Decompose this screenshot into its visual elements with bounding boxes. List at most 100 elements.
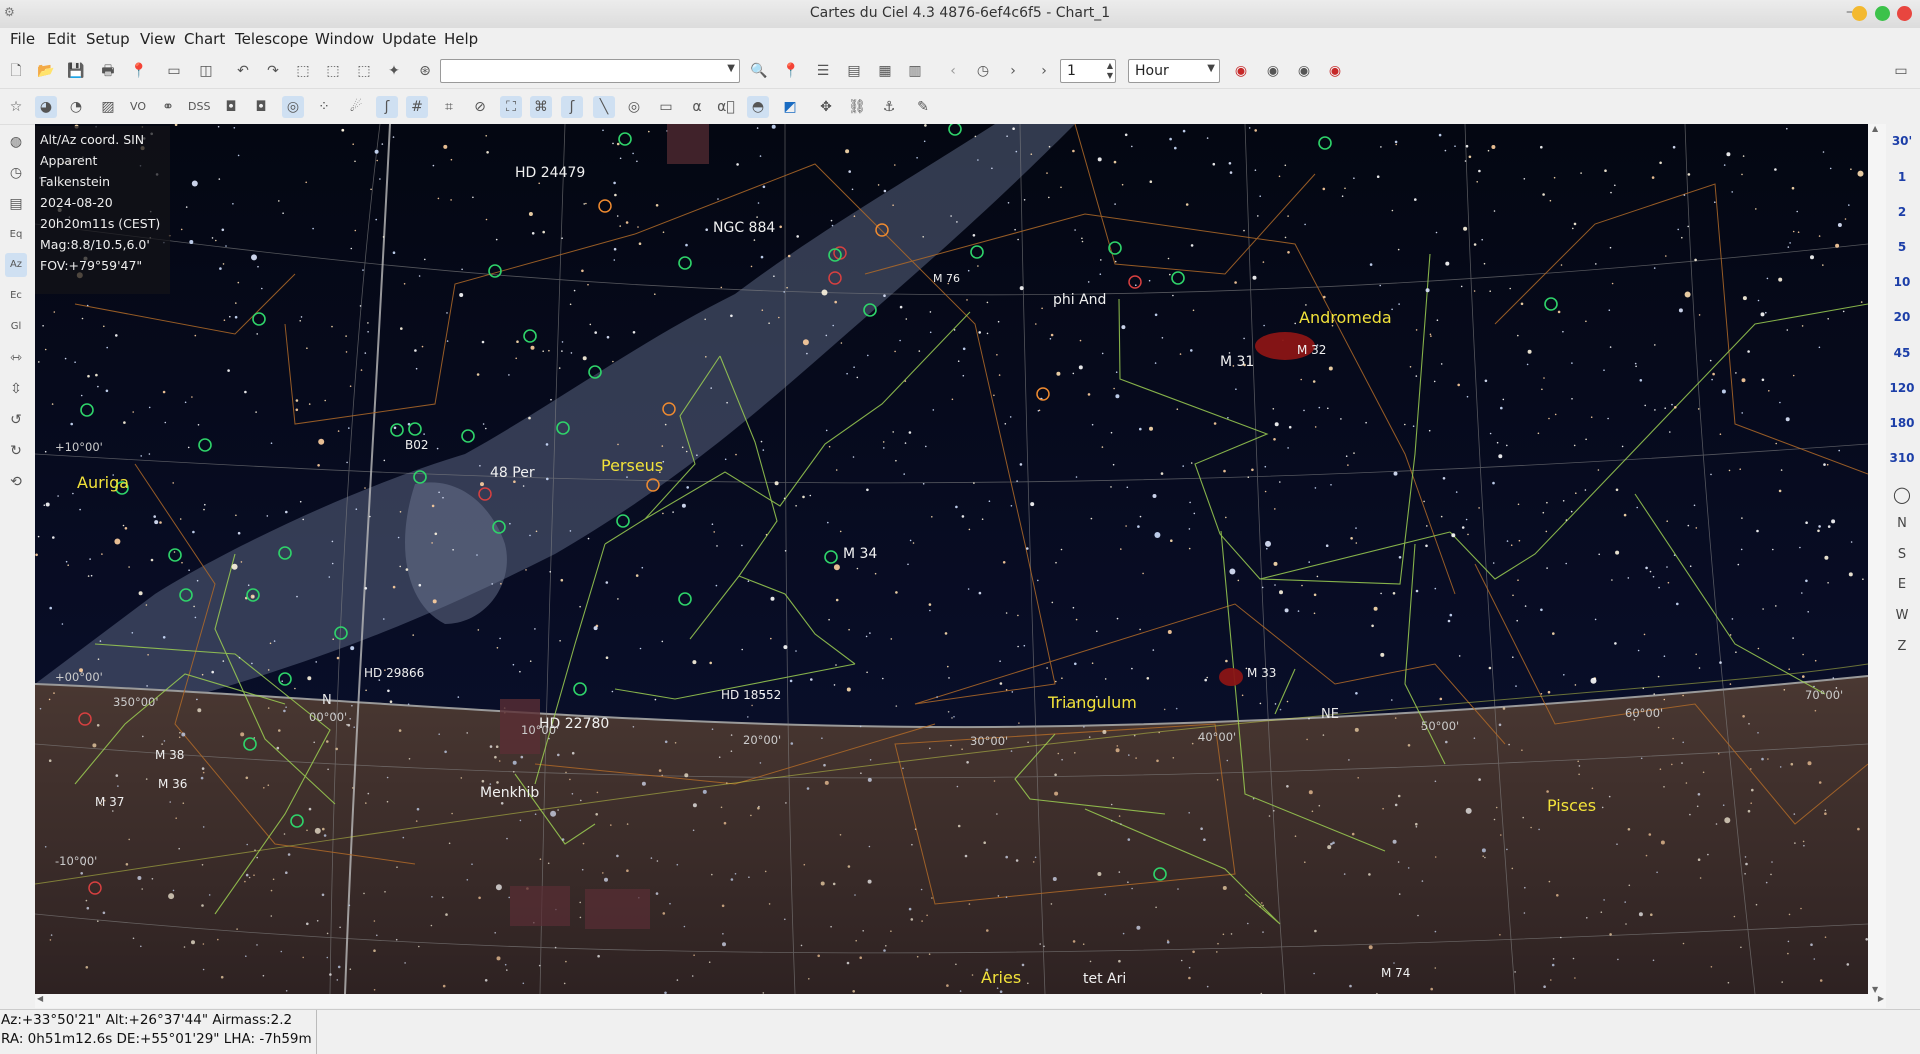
star[interactable] — [1434, 780, 1437, 783]
star[interactable] — [1379, 284, 1381, 287]
star[interactable] — [367, 322, 369, 324]
star[interactable] — [1814, 709, 1817, 712]
image-icon[interactable]: ▨ — [97, 96, 119, 118]
star[interactable] — [676, 979, 679, 981]
star[interactable] — [1380, 592, 1382, 595]
star[interactable] — [48, 759, 52, 762]
star[interactable] — [726, 782, 728, 784]
star[interactable] — [1394, 717, 1397, 719]
star[interactable] — [616, 854, 619, 858]
star[interactable] — [1498, 454, 1503, 459]
star[interactable] — [347, 723, 351, 727]
star[interactable] — [191, 180, 198, 187]
star[interactable] — [457, 696, 460, 698]
star[interactable] — [1259, 905, 1261, 908]
star[interactable] — [1116, 745, 1119, 747]
star[interactable] — [877, 184, 880, 186]
star[interactable] — [1489, 290, 1491, 292]
star[interactable] — [364, 352, 367, 354]
star[interactable] — [648, 130, 650, 133]
star[interactable] — [1101, 446, 1104, 448]
zoom-120[interactable]: 120 — [1886, 381, 1918, 395]
star[interactable] — [542, 230, 545, 234]
star[interactable] — [520, 755, 524, 759]
star[interactable] — [1657, 726, 1660, 729]
star[interactable] — [1328, 366, 1333, 371]
star[interactable] — [1802, 840, 1805, 843]
star[interactable] — [270, 442, 273, 445]
minimize-button[interactable] — [1852, 6, 1867, 21]
star[interactable] — [750, 265, 753, 268]
star[interactable] — [1526, 363, 1529, 366]
menu-view[interactable]: View — [137, 30, 179, 48]
star[interactable] — [87, 575, 90, 577]
star[interactable] — [1603, 899, 1605, 901]
star[interactable] — [1775, 442, 1777, 445]
star[interactable] — [1636, 506, 1638, 509]
star[interactable] — [445, 913, 448, 916]
star[interactable] — [1792, 230, 1795, 233]
animation-icon[interactable]: ▥ — [904, 60, 926, 82]
star[interactable] — [418, 583, 422, 587]
star[interactable] — [1553, 176, 1556, 179]
star[interactable] — [1349, 984, 1352, 988]
label-ngc884[interactable]: NGC 884 — [713, 220, 775, 236]
star[interactable] — [1325, 544, 1329, 547]
star[interactable] — [904, 442, 907, 444]
star[interactable] — [270, 915, 273, 917]
star[interactable] — [44, 846, 47, 848]
star[interactable] — [1672, 737, 1674, 740]
star[interactable] — [831, 224, 834, 227]
star[interactable] — [234, 315, 238, 319]
star[interactable] — [145, 604, 148, 606]
star[interactable] — [1206, 985, 1209, 988]
star[interactable] — [1572, 957, 1575, 960]
star[interactable] — [1278, 175, 1281, 178]
star[interactable] — [1667, 581, 1670, 584]
star[interactable] — [1190, 244, 1194, 247]
star[interactable] — [1832, 677, 1835, 679]
star[interactable] — [92, 743, 97, 748]
star[interactable] — [80, 872, 83, 875]
star[interactable] — [223, 319, 226, 321]
star[interactable] — [1206, 676, 1208, 679]
star[interactable] — [1305, 304, 1307, 306]
star[interactable] — [499, 637, 501, 640]
star[interactable] — [1391, 699, 1393, 701]
star[interactable] — [1167, 257, 1170, 260]
star[interactable] — [718, 756, 721, 758]
star[interactable] — [359, 305, 362, 307]
star[interactable] — [1492, 562, 1495, 564]
star[interactable] — [956, 785, 959, 788]
star[interactable] — [364, 487, 366, 489]
star[interactable] — [396, 866, 398, 868]
star[interactable] — [1343, 873, 1346, 875]
star[interactable] — [1827, 582, 1829, 584]
star[interactable] — [762, 449, 765, 451]
star[interactable] — [955, 963, 957, 966]
star[interactable] — [1609, 246, 1612, 249]
star[interactable] — [1554, 413, 1557, 416]
star[interactable] — [255, 411, 257, 413]
star[interactable] — [583, 203, 585, 205]
star[interactable] — [529, 660, 532, 662]
star[interactable] — [839, 530, 842, 533]
star[interactable] — [1392, 839, 1397, 844]
star[interactable] — [632, 152, 634, 155]
star[interactable] — [790, 742, 794, 745]
clock-icon[interactable]: ◷ — [5, 161, 27, 185]
star[interactable] — [639, 647, 642, 650]
star[interactable] — [549, 571, 551, 573]
star[interactable] — [306, 829, 308, 832]
star[interactable] — [53, 311, 56, 313]
star[interactable] — [953, 715, 955, 718]
star[interactable] — [1755, 208, 1757, 210]
star[interactable] — [1658, 586, 1660, 589]
star[interactable] — [1653, 693, 1655, 695]
star[interactable] — [632, 726, 635, 728]
star[interactable] — [1741, 378, 1746, 383]
star[interactable] — [972, 234, 976, 237]
zoom-5[interactable]: 5 — [1886, 240, 1918, 254]
compass-icon[interactable]: ⊘ — [469, 96, 491, 118]
star[interactable] — [1643, 633, 1646, 636]
